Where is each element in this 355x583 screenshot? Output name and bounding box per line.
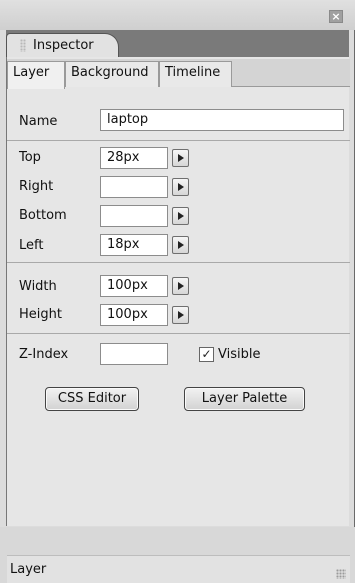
inspector-panel: × Inspector Layer Background Timeline Na… <box>0 0 355 583</box>
top-input[interactable]: 28px <box>100 147 168 169</box>
right-arrow-icon[interactable] <box>172 178 189 196</box>
right-input[interactable] <box>100 176 168 198</box>
separator <box>7 333 350 334</box>
bottom-input[interactable] <box>100 205 168 227</box>
right-label: Right <box>19 179 54 194</box>
grip-icon <box>20 39 26 52</box>
inspector-tab-label: Inspector <box>33 38 94 53</box>
separator <box>7 140 350 141</box>
zindex-label: Z-Index <box>19 347 69 362</box>
separator <box>7 262 350 263</box>
tab-layer[interactable]: Layer <box>7 61 65 89</box>
inspector-content: Layer Background Timeline Name laptop To… <box>6 57 350 583</box>
left-label: Left <box>19 238 44 253</box>
left-input[interactable]: 18px <box>100 234 168 256</box>
name-label: Name <box>19 114 58 129</box>
bottom-arrow-icon[interactable] <box>172 207 189 225</box>
resize-grip-icon[interactable] <box>336 569 346 579</box>
tab-background[interactable]: Background <box>65 61 159 87</box>
visible-checkbox[interactable]: ✓ <box>199 347 214 362</box>
title-bar: × <box>0 0 355 30</box>
status-label: Layer <box>10 562 47 577</box>
layer-palette-button[interactable]: Layer Palette <box>184 387 305 411</box>
width-input[interactable]: 100px <box>100 275 168 297</box>
width-label: Width <box>19 279 57 294</box>
tab-timeline[interactable]: Timeline <box>159 61 232 87</box>
bottom-label: Bottom <box>19 208 67 223</box>
zindex-input[interactable] <box>100 343 168 365</box>
visible-label: Visible <box>218 347 261 362</box>
height-input[interactable]: 100px <box>100 304 168 326</box>
name-input[interactable]: laptop <box>100 109 344 131</box>
left-arrow-icon[interactable] <box>172 236 189 254</box>
inspector-panel-tab[interactable]: Inspector <box>6 33 119 57</box>
top-arrow-icon[interactable] <box>172 149 189 167</box>
inspector-subtabs: Layer Background Timeline <box>7 59 350 89</box>
height-arrow-icon[interactable] <box>172 306 189 324</box>
width-arrow-icon[interactable] <box>172 277 189 295</box>
top-label: Top <box>19 150 41 165</box>
css-editor-button[interactable]: CSS Editor <box>45 387 139 411</box>
close-icon[interactable]: × <box>329 10 343 23</box>
status-bar: Layer <box>7 555 350 583</box>
height-label: Height <box>19 307 62 322</box>
